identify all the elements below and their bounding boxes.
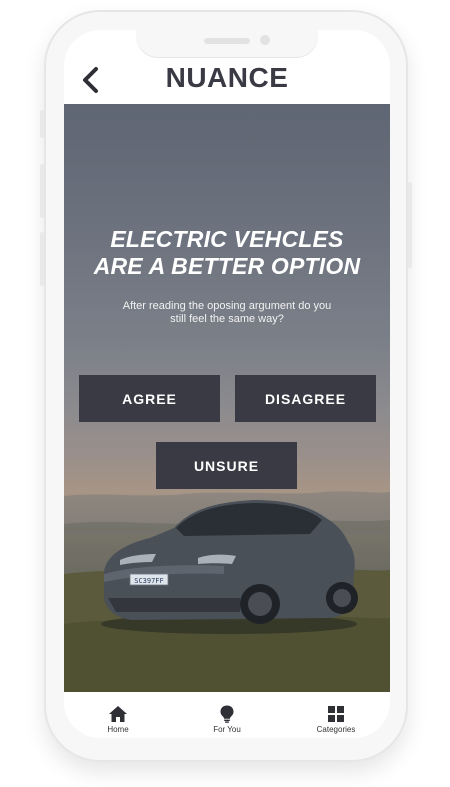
grid-icon	[328, 706, 344, 722]
phone-volume-up	[40, 164, 44, 218]
unsure-button[interactable]: UNSURE	[156, 442, 297, 489]
prompt-line-2: still feel the same way?	[170, 313, 284, 325]
tab-categories-label: Categories	[316, 725, 356, 734]
bottom-tab-bar: Home For You Categories	[64, 692, 390, 738]
license-plate-text: SC397FF	[134, 577, 164, 585]
speaker-grille	[204, 38, 250, 44]
tab-home[interactable]: Home	[68, 692, 168, 738]
tab-categories[interactable]: Categories	[286, 692, 386, 738]
phone-notch	[136, 30, 318, 58]
phone-side-button	[40, 110, 44, 138]
headline-line-1: ELECTRIC VEHCLES	[110, 226, 344, 252]
tab-home-label: Home	[107, 725, 129, 734]
hero-prompt: After reading the oposing argument do yo…	[116, 300, 338, 326]
phone-volume-down	[40, 232, 44, 286]
tab-for-you-label: For You	[213, 725, 241, 734]
app-screen: NUANCE SC397FF ELECTRIC VEHCLES ARE A BE…	[64, 30, 390, 738]
front-camera	[260, 35, 270, 45]
home-icon	[109, 706, 127, 722]
lightbulb-icon	[220, 705, 234, 723]
phone-power-button	[408, 182, 412, 268]
disagree-button[interactable]: DISAGREE	[235, 375, 376, 422]
tab-for-you[interactable]: For You	[177, 692, 277, 738]
app-title: NUANCE	[165, 62, 289, 93]
agree-button[interactable]: AGREE	[79, 375, 220, 422]
hero-headline: ELECTRIC VEHCLES ARE A BETTER OPTION	[64, 226, 390, 280]
hero-background: SC397FF ELECTRIC VEHCLES ARE A BETTER OP…	[64, 104, 390, 692]
headline-line-2: ARE A BETTER OPTION	[93, 253, 361, 279]
app-header: NUANCE	[64, 60, 390, 104]
prompt-line-1: After reading the oposing argument do yo…	[122, 300, 332, 312]
